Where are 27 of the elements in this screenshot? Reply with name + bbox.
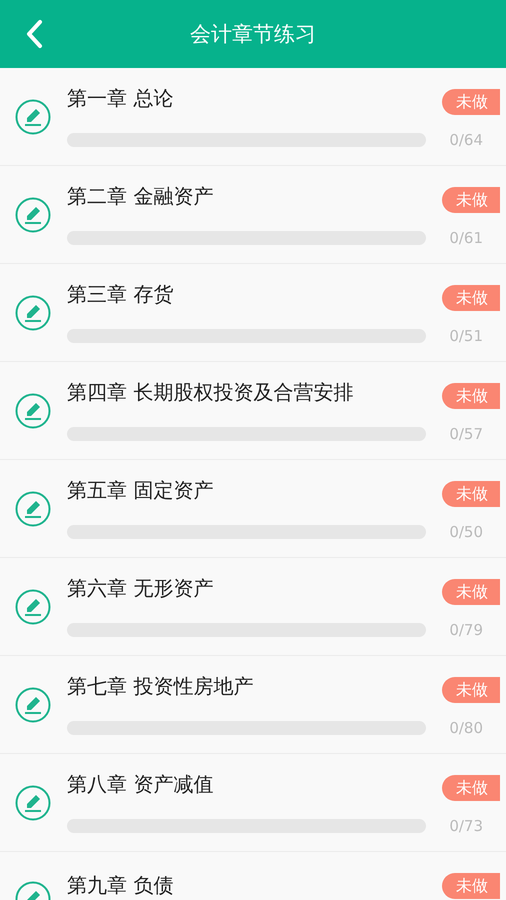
status-badge: 未做: [442, 383, 500, 409]
status-badge: 未做: [442, 481, 500, 507]
progress-count: 0/73: [449, 816, 483, 834]
status-badge: 未做: [442, 89, 500, 115]
progress-count: 0/57: [449, 424, 483, 442]
chapter-title: 第一章 总论: [67, 84, 174, 110]
progress-count: 0/50: [449, 522, 483, 540]
progress-count: 0/51: [449, 326, 483, 344]
status-badge: 未做: [442, 285, 500, 311]
progress-count: 0/80: [449, 718, 483, 736]
status-badge: 未做: [442, 677, 500, 703]
chapter-title: 第五章 固定资产: [67, 476, 214, 502]
chapter-title: 第八章 资产减值: [67, 770, 214, 796]
progress-count: 0/64: [449, 130, 483, 148]
chapter-title: 第六章 无形资产: [67, 574, 214, 600]
chapter-title: 第七章 投资性房地产: [67, 672, 254, 698]
status-badge: 未做: [442, 873, 500, 899]
chapter-title: 第四章 长期股权投资及合营安排: [67, 378, 354, 404]
page-title: 会计章节练习: [190, 21, 316, 48]
chapter-title: 第三章 存货: [67, 280, 174, 306]
status-badge: 未做: [442, 187, 500, 213]
status-badge: 未做: [442, 775, 500, 801]
progress-count: 0/79: [449, 620, 483, 638]
chapter-title: 第九章 负债: [67, 872, 174, 898]
progress-count: 0/61: [449, 228, 483, 246]
chapter-title: 第二章 金融资产: [67, 182, 214, 208]
status-badge: 未做: [442, 579, 500, 605]
